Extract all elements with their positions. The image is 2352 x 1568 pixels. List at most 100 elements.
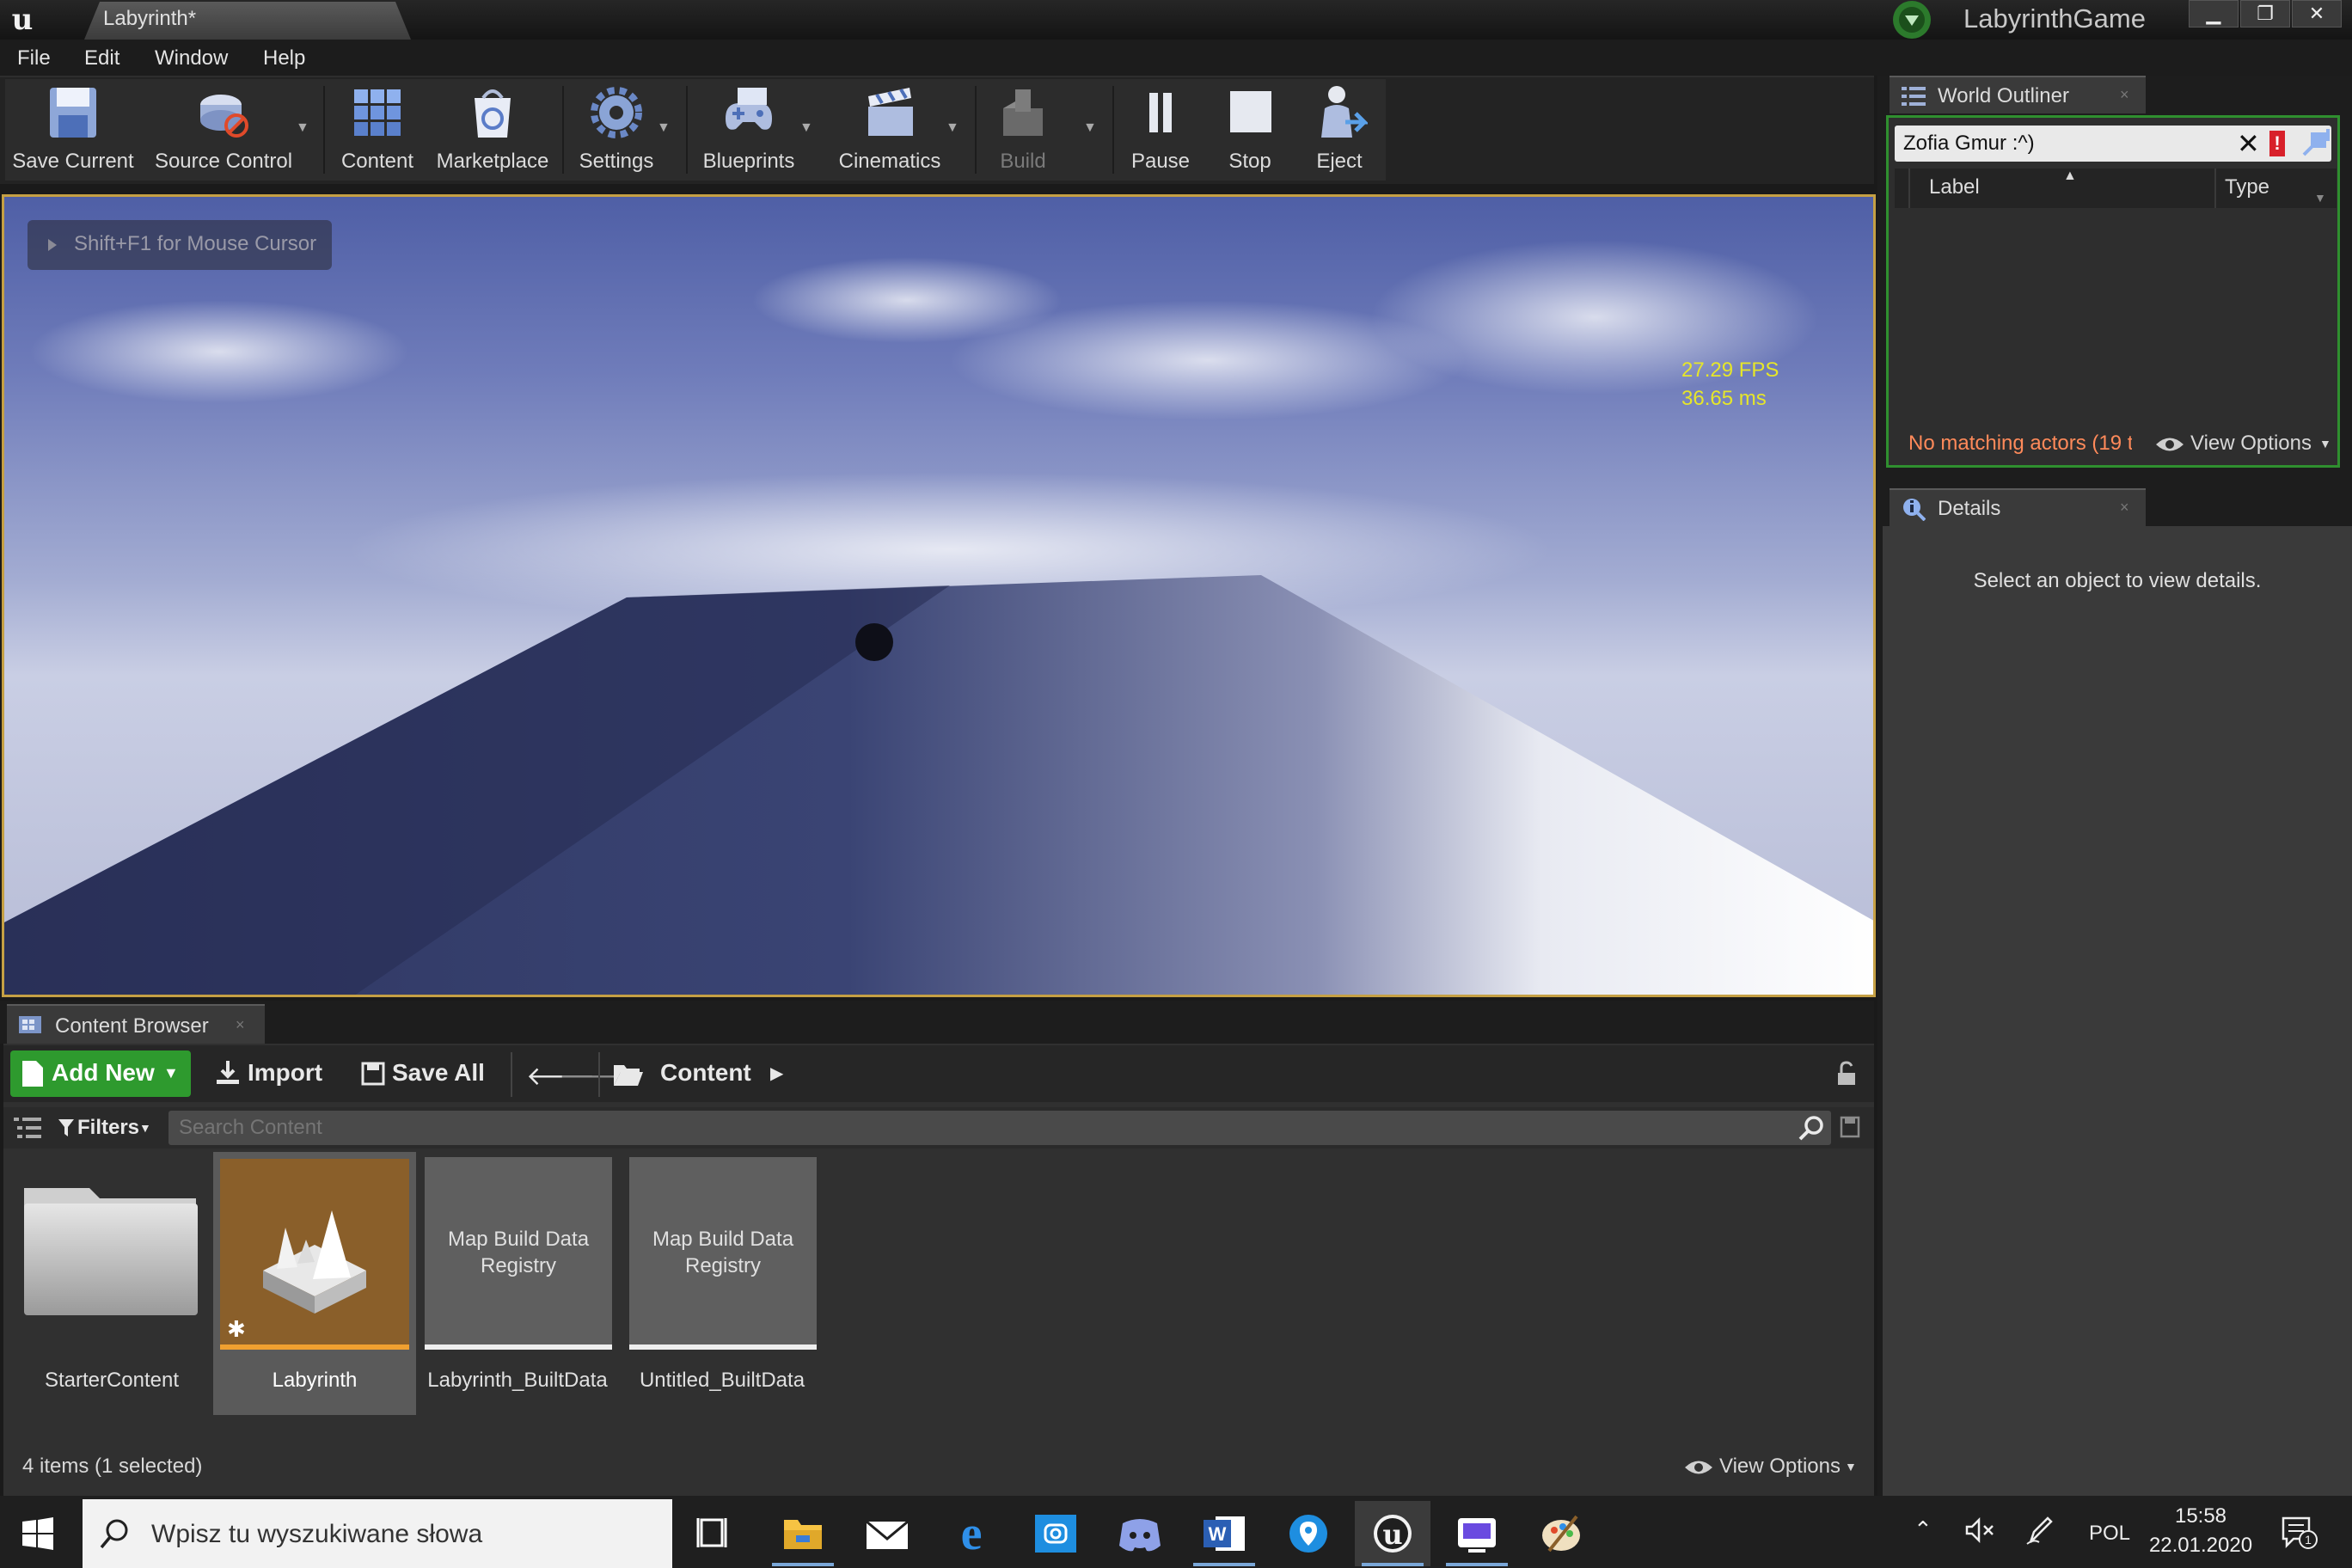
pause-button[interactable]: Pause: [1119, 83, 1202, 177]
settings-icon: [588, 84, 645, 141]
forward-arrow-icon[interactable]: 🡒: [559, 1061, 628, 1091]
close-tab-icon[interactable]: ×: [2120, 499, 2129, 517]
taskbar-search-box[interactable]: Wpisz tu wyszukiwane słowa: [83, 1499, 672, 1568]
tray-expand-icon[interactable]: ⌃: [1914, 1516, 1939, 1542]
discord-button[interactable]: [1102, 1501, 1178, 1566]
settings-button[interactable]: Settings: [569, 83, 664, 177]
outliner-search-input[interactable]: Zofia Gmur :^): [1903, 132, 2035, 156]
content-search-box[interactable]: [168, 1111, 1831, 1145]
tab-content-browser[interactable]: Content Browser ×: [7, 1004, 265, 1044]
running-indicator: [772, 1563, 834, 1566]
column-options-icon[interactable]: ▼: [2314, 191, 2326, 205]
level-viewport[interactable]: [2, 194, 1876, 997]
clear-search-icon[interactable]: ✕: [2237, 127, 2260, 160]
source-control-icon: [195, 84, 252, 141]
asset-tile-untitled-builtdata[interactable]: Map Build Data Registry Untitled_BuiltDa…: [621, 1152, 824, 1415]
volume-muted-icon[interactable]: [1965, 1516, 1994, 1544]
eject-button[interactable]: Eject: [1296, 83, 1382, 177]
content-button[interactable]: Content: [330, 83, 425, 177]
breadcrumb-chevron-icon[interactable]: ▶: [770, 1063, 783, 1084]
unsaved-asterisk-icon: ✱: [227, 1316, 246, 1342]
launcher-button[interactable]: [1439, 1501, 1515, 1566]
menu-edit[interactable]: Edit: [84, 46, 119, 70]
breadcrumb: Content ▶: [612, 1050, 801, 1097]
task-view-button[interactable]: [677, 1501, 753, 1566]
content-search-input[interactable]: [179, 1116, 1761, 1140]
blueprints-dropdown-icon[interactable]: ▼: [799, 120, 817, 138]
filters-button[interactable]: Filters ▼: [57, 1112, 156, 1143]
view-options-dropdown-icon: ▼: [1845, 1460, 1857, 1473]
lock-icon[interactable]: [1834, 1061, 1859, 1087]
cinematics-button[interactable]: Cinematics: [825, 83, 954, 177]
import-button[interactable]: Import: [215, 1050, 330, 1097]
level-map-icon: [263, 1210, 366, 1314]
registry-thumbnail: Map Build Data Registry: [629, 1157, 817, 1350]
maps-button[interactable]: [1271, 1501, 1346, 1566]
sources-panel-toggle-icon[interactable]: [14, 1116, 41, 1140]
toolbar-separator: [323, 86, 325, 174]
outliner-view-options-button[interactable]: View Options ▼: [2154, 430, 2335, 457]
marketplace-button[interactable]: Marketplace: [430, 83, 555, 177]
maximize-button[interactable]: ❐: [2240, 0, 2290, 28]
paint-button[interactable]: [1523, 1501, 1599, 1566]
pause-icon: [1132, 84, 1189, 141]
word-button[interactable]: W: [1186, 1501, 1262, 1566]
start-button[interactable]: [19, 1515, 57, 1553]
add-new-button[interactable]: Add New ▼: [10, 1050, 191, 1097]
menu-file[interactable]: File: [17, 46, 51, 70]
outliner-search-box[interactable]: Zofia Gmur :^) ✕ !: [1895, 126, 2331, 162]
file-explorer-button[interactable]: [765, 1501, 841, 1566]
svg-text:W: W: [1209, 1523, 1227, 1545]
column-type-header[interactable]: Type: [2225, 175, 2269, 199]
content-view-options-button[interactable]: View Options ▼: [1683, 1453, 1864, 1480]
language-indicator[interactable]: POL: [2089, 1522, 2130, 1546]
running-indicator: [1446, 1563, 1508, 1566]
save-current-button[interactable]: Save Current: [9, 83, 138, 177]
tab-world-outliner[interactable]: World Outliner ×: [1890, 76, 2146, 113]
edge-button[interactable]: e: [934, 1501, 1009, 1566]
source-control-button[interactable]: Source Control: [148, 83, 299, 177]
close-window-button[interactable]: ✕: [2292, 0, 2342, 28]
source-control-dropdown-icon[interactable]: ▼: [296, 120, 313, 138]
build-button[interactable]: Build: [982, 83, 1064, 177]
eye-icon: [1685, 1461, 1712, 1474]
action-center-button[interactable]: 1: [2280, 1513, 2318, 1551]
new-file-icon: [22, 1061, 43, 1087]
asset-tile-starter-content[interactable]: StarterContent: [10, 1152, 213, 1415]
unreal-logo-icon[interactable]: u: [5, 3, 40, 36]
camera-app-button[interactable]: [1018, 1501, 1093, 1566]
back-arrow-icon[interactable]: 🡐: [526, 1061, 595, 1091]
stop-button[interactable]: Stop: [1207, 83, 1293, 177]
build-dropdown-icon[interactable]: ▼: [1083, 120, 1100, 138]
cinematics-dropdown-icon[interactable]: ▼: [946, 120, 963, 138]
pen-icon[interactable]: [2025, 1515, 2055, 1546]
minimize-button[interactable]: ▁: [2189, 0, 2239, 28]
clock[interactable]: 15:58 22.01.2020: [2144, 1504, 2257, 1558]
settings-dropdown-icon[interactable]: ▼: [657, 120, 674, 138]
save-all-button[interactable]: Save All: [359, 1050, 497, 1097]
menu-window[interactable]: Window: [155, 46, 228, 70]
asset-tile-labyrinth[interactable]: ✱ Labyrinth: [213, 1152, 416, 1415]
view-options-label: View Options: [1719, 1455, 1841, 1478]
tab-details[interactable]: Details ×: [1890, 488, 2146, 526]
thumbnail-text: Map Build Data Registry: [447, 1228, 590, 1277]
mail-button[interactable]: [849, 1501, 925, 1566]
column-label-header[interactable]: Label: [1929, 175, 1980, 199]
toolbar-separator: [1112, 86, 1114, 174]
sort-ascending-icon: ▲: [2063, 168, 2077, 183]
asset-tile-labyrinth-builtdata[interactable]: Map Build Data Registry Labyrinth_BuiltD…: [416, 1152, 619, 1415]
unreal-engine-button[interactable]: u: [1355, 1501, 1430, 1566]
menu-help[interactable]: Help: [263, 46, 305, 70]
menu-bar: [0, 40, 2352, 76]
close-tab-icon[interactable]: ×: [2120, 86, 2129, 104]
search-icon[interactable]: [1798, 1115, 1824, 1141]
blueprints-button[interactable]: Blueprints: [693, 83, 805, 177]
fps-value: 27.29 FPS: [1681, 358, 1779, 382]
close-tab-icon[interactable]: ×: [236, 1016, 245, 1034]
breadcrumb-content[interactable]: Content: [660, 1059, 751, 1087]
pin-icon[interactable]: [2302, 129, 2331, 158]
add-new-dropdown-icon: ▼: [163, 1064, 179, 1081]
save-search-icon[interactable]: [1840, 1116, 1860, 1138]
details-panel: Select an object to view details.: [1883, 526, 2352, 1499]
task-view-icon: [696, 1518, 727, 1547]
